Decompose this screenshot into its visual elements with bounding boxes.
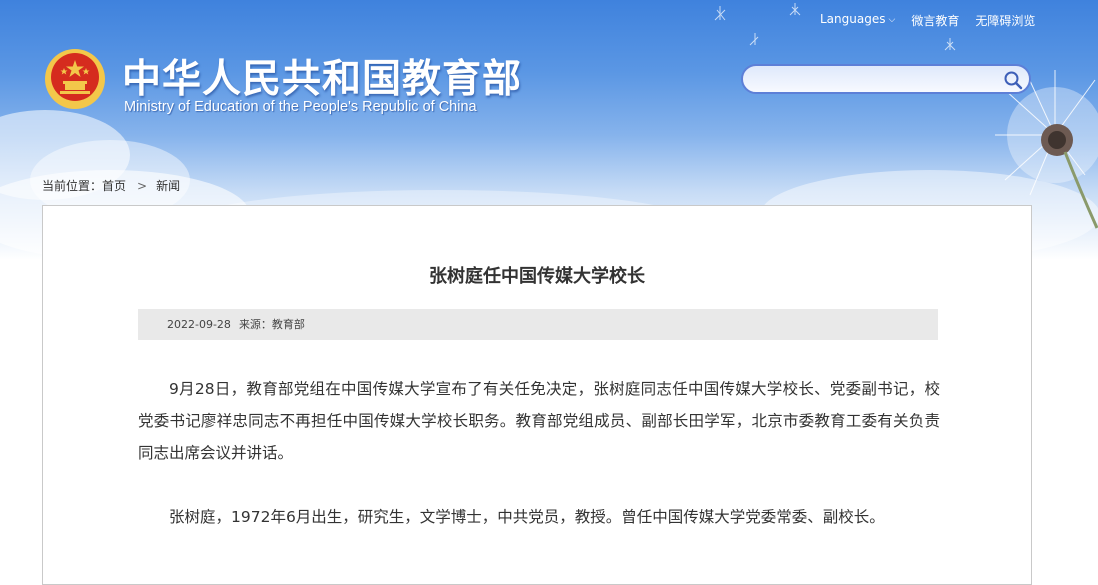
article-container: 张树庭任中国传媒大学校长 2022-09-28 来源：教育部 9月28日，教育部党…: [42, 205, 1032, 585]
breadcrumb-prefix: 当前位置：: [42, 179, 103, 193]
breadcrumb-current-link[interactable]: 新闻: [156, 179, 180, 193]
search-box: [741, 64, 1031, 94]
site-title-cn: 中华人民共和国教育部: [122, 57, 523, 102]
chevron-down-icon: ⌵: [888, 14, 896, 25]
article-source: 来源：教育部: [238, 318, 305, 331]
top-links: Languages ⌵ 微言教育 无障碍浏览: [820, 12, 1035, 29]
site-title-en: Ministry of Education of the People's Re…: [124, 99, 477, 115]
seed-decoration: [714, 3, 956, 51]
search-icon[interactable]: [1003, 70, 1023, 90]
breadcrumb: 当前位置：首页 > 新闻: [42, 177, 180, 194]
article-paragraph: 张树庭，1972年6月出生，研究生，文学博士，中共党员，教授。曾任中国传媒大学党…: [169, 508, 885, 526]
languages-link[interactable]: Languages ⌵: [820, 12, 895, 29]
article-meta-bar: 2022-09-28 来源：教育部: [138, 309, 938, 340]
wechat-link[interactable]: 微言教育: [911, 12, 959, 29]
accessibility-link[interactable]: 无障碍浏览: [975, 12, 1035, 29]
search-input[interactable]: [757, 70, 1001, 90]
national-emblem-icon: [45, 49, 105, 109]
article-paragraph: 9月28日，教育部党组在中国传媒大学宣布了有关任免决定，张树庭同志任中国传媒大学…: [138, 380, 940, 462]
breadcrumb-separator: >: [137, 179, 148, 193]
article-date: 2022-09-28: [167, 318, 231, 331]
breadcrumb-home-link[interactable]: 首页: [102, 179, 126, 193]
article-title: 张树庭任中国传媒大学校长: [429, 266, 645, 287]
languages-label: Languages: [820, 12, 886, 26]
